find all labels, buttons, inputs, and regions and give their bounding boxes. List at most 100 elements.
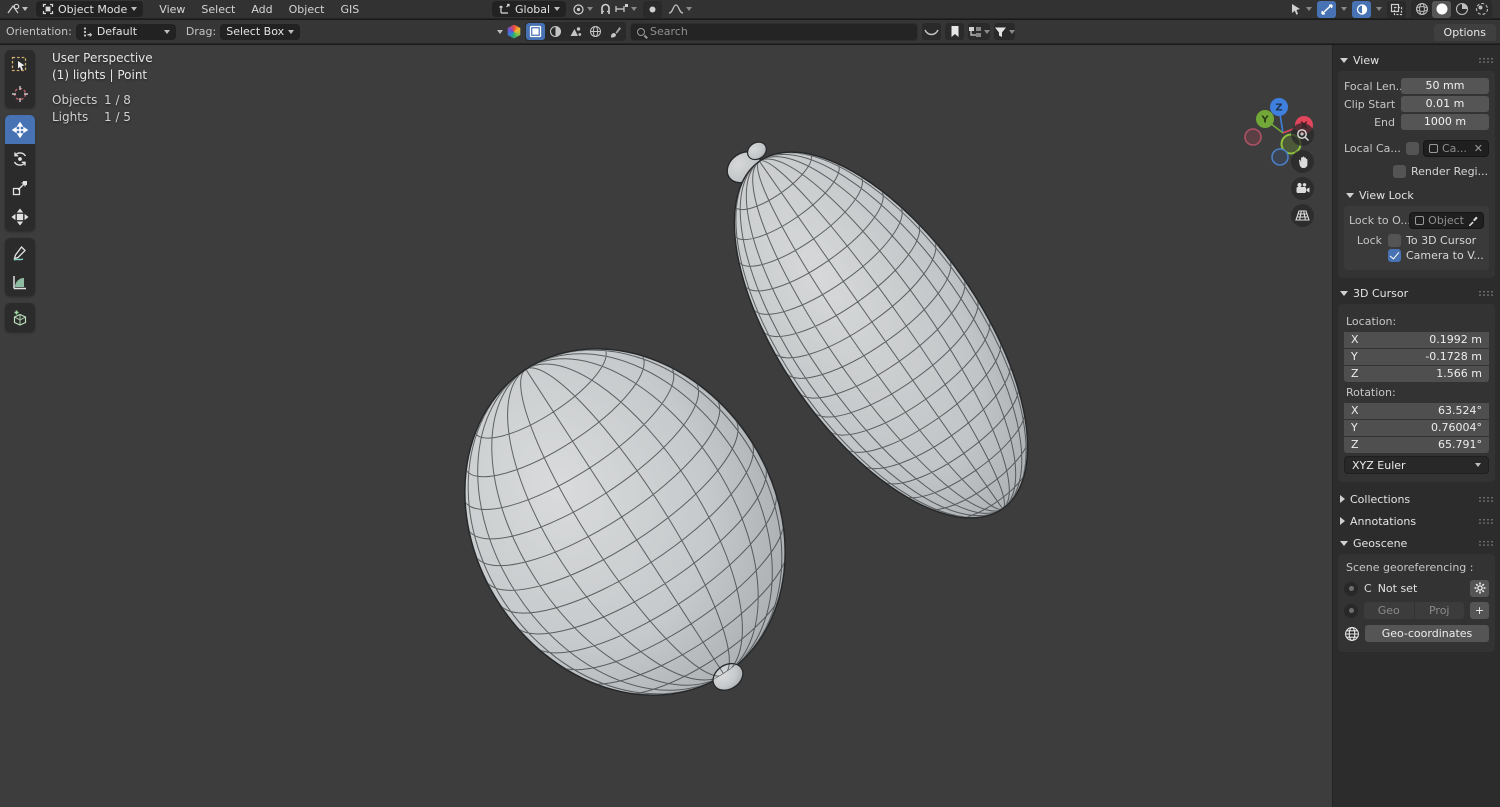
- field-focal-length[interactable]: Focal Len... 50 mm: [1344, 78, 1489, 94]
- camera-view-button[interactable]: [1291, 177, 1314, 200]
- mode-selector[interactable]: Object Mode: [36, 1, 143, 17]
- render-region-checkbox[interactable]: [1393, 165, 1406, 178]
- search-field[interactable]: [630, 23, 918, 41]
- rotation-mode-dropdown[interactable]: XYZ Euler: [1344, 456, 1489, 474]
- falloff-preset-button[interactable]: [922, 23, 941, 40]
- layout-dropdown[interactable]: [968, 23, 990, 40]
- stat-value: 1 / 5: [104, 109, 131, 126]
- tool-move[interactable]: [5, 115, 35, 144]
- viewport-3d[interactable]: Z Y X User Perspective (1) lights | Poin…: [0, 45, 1332, 807]
- crs-value: Not set: [1378, 582, 1464, 595]
- gis-terrain-toggle[interactable]: [566, 23, 585, 40]
- search-input[interactable]: [650, 25, 911, 38]
- cursor-rotation-y[interactable]: Y0.76004°: [1344, 420, 1489, 436]
- perspective-toggle-button[interactable]: [1291, 204, 1314, 227]
- gis-globe-toggle[interactable]: [586, 23, 605, 40]
- field-value[interactable]: 0.01 m: [1401, 96, 1489, 112]
- lock-object-field[interactable]: Object: [1409, 212, 1484, 229]
- orientation-default-icon: [82, 26, 93, 38]
- tool-scale[interactable]: [5, 173, 35, 202]
- camera-to-view-checkbox[interactable]: [1388, 249, 1401, 262]
- crs-radio-icon[interactable]: [1344, 582, 1358, 596]
- cursor-location-y[interactable]: Y-0.1728 m: [1344, 349, 1489, 365]
- gis-select-toggle[interactable]: [526, 23, 545, 40]
- zoom-view-button[interactable]: [1291, 123, 1314, 146]
- shading-wireframe-button[interactable]: [1412, 1, 1431, 18]
- overlays-toggle[interactable]: [1352, 1, 1371, 18]
- cursor-location-z[interactable]: Z1.566 m: [1344, 366, 1489, 382]
- clear-icon[interactable]: ✕: [1474, 142, 1483, 155]
- pivot-point-dropdown[interactable]: [572, 1, 593, 18]
- gizmos-toggle[interactable]: [1317, 1, 1336, 18]
- panel-header-view-lock[interactable]: View Lock: [1344, 184, 1489, 206]
- bookmark-button[interactable]: [945, 23, 964, 40]
- pan-view-button[interactable]: [1291, 150, 1314, 173]
- editor-type-button[interactable]: [6, 1, 28, 18]
- proportional-falloff-dropdown[interactable]: [668, 1, 692, 18]
- proportional-editing-toggle[interactable]: [643, 1, 662, 18]
- gizmo-neg-z-axis[interactable]: [1272, 149, 1288, 165]
- options-button[interactable]: Options: [1434, 24, 1496, 41]
- field-clip-end[interactable]: End 1000 m: [1344, 114, 1489, 130]
- panel-grip-icon[interactable]: [1478, 496, 1493, 502]
- object-placeholder: Object: [1428, 214, 1464, 227]
- object-mode-icon: [42, 3, 54, 15]
- tool-select-box[interactable]: [5, 50, 35, 79]
- proj-button[interactable]: Proj: [1415, 602, 1465, 619]
- cursor-rotation-z[interactable]: Z65.791°: [1344, 437, 1489, 453]
- filter-dropdown[interactable]: [994, 23, 1015, 40]
- panel-header-view[interactable]: View: [1338, 49, 1495, 71]
- shading-solid-button[interactable]: [1432, 1, 1451, 18]
- menu-gis[interactable]: GIS: [332, 0, 367, 19]
- tool-measure[interactable]: [5, 267, 35, 296]
- shading-rendered-button[interactable]: [1472, 1, 1491, 18]
- gizmo-neg-x-axis[interactable]: [1245, 129, 1261, 145]
- geo-radio-icon[interactable]: [1344, 604, 1358, 618]
- object-visibility-dropdown[interactable]: [1290, 1, 1312, 18]
- transform-orientation-dropdown[interactable]: Global: [492, 1, 566, 17]
- tool-cursor[interactable]: [5, 79, 35, 108]
- menu-add[interactable]: Add: [243, 0, 280, 19]
- panel-3d-cursor-body: Location: X0.1992 m Y-0.1728 m Z1.566 m …: [1338, 304, 1495, 482]
- panel-grip-icon[interactable]: [1478, 290, 1493, 296]
- panel-grip-icon[interactable]: [1478, 540, 1493, 546]
- tool-add-primitive[interactable]: [5, 303, 35, 332]
- cursor-location-x[interactable]: X0.1992 m: [1344, 332, 1489, 348]
- geo-coordinates-button[interactable]: Geo-coordinates: [1365, 625, 1489, 642]
- field-value[interactable]: 1000 m: [1401, 114, 1489, 130]
- tool-rotate[interactable]: [5, 144, 35, 173]
- panel-header-geoscene[interactable]: Geoscene: [1338, 532, 1495, 554]
- wireframe-sphere-icon: [1415, 2, 1429, 16]
- panel-header-collections[interactable]: Collections: [1338, 488, 1495, 510]
- eyedropper-icon[interactable]: [1468, 216, 1478, 226]
- cursor-rotation-x[interactable]: X63.524°: [1344, 403, 1489, 419]
- local-camera-checkbox[interactable]: [1406, 142, 1419, 155]
- tool-transform[interactable]: [5, 202, 35, 231]
- field-value[interactable]: 50 mm: [1401, 78, 1489, 94]
- xray-toggle[interactable]: [1387, 1, 1406, 18]
- basemap-source-icon[interactable]: [507, 25, 521, 39]
- viewport-canvas[interactable]: Z Y X: [0, 45, 1332, 807]
- local-camera-field[interactable]: Ca... ✕: [1423, 140, 1489, 157]
- to-3d-cursor-checkbox[interactable]: [1388, 234, 1401, 247]
- menu-object[interactable]: Object: [281, 0, 333, 19]
- field-clip-start[interactable]: Clip Start 0.01 m: [1344, 96, 1489, 112]
- shading-material-button[interactable]: [1452, 1, 1471, 18]
- panel-grip-icon[interactable]: [1478, 518, 1493, 524]
- panel-header-3d-cursor[interactable]: 3D Cursor: [1338, 282, 1495, 304]
- panel-grip-icon[interactable]: [1478, 57, 1493, 63]
- add-crs-button[interactable]: +: [1470, 602, 1489, 619]
- panel-header-annotations[interactable]: Annotations: [1338, 510, 1495, 532]
- geo-button[interactable]: Geo: [1364, 602, 1414, 619]
- tool-annotate[interactable]: [5, 238, 35, 267]
- menu-select[interactable]: Select: [193, 0, 243, 19]
- orientation-dropdown[interactable]: Default: [76, 24, 176, 40]
- gis-contrast-toggle[interactable]: [546, 23, 565, 40]
- menu-view[interactable]: View: [151, 0, 193, 19]
- drag-dropdown[interactable]: Select Box: [220, 24, 300, 40]
- collapse-toolbar-chevron[interactable]: [497, 30, 503, 34]
- field-label: End: [1344, 116, 1401, 129]
- gis-brush-toggle[interactable]: [606, 23, 625, 40]
- snapping-controls[interactable]: [599, 1, 637, 18]
- crs-settings-button[interactable]: [1470, 580, 1489, 597]
